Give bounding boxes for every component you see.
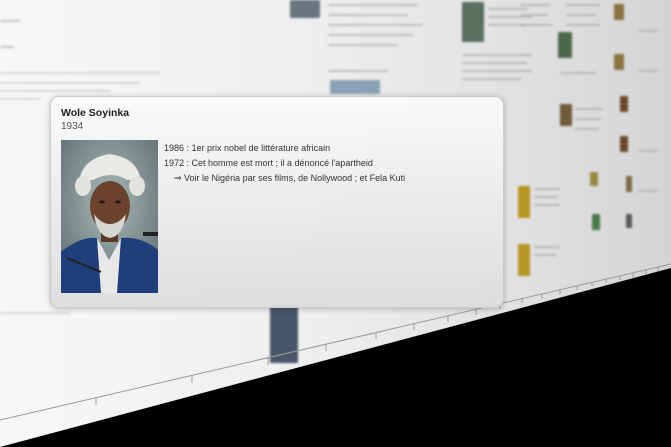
event-item: 1972 : Cet homme est mort ; il a dénoncé… [164, 158, 373, 168]
portrait-image [61, 140, 158, 293]
event-popup[interactable]: Wole Soyinka 1934 1986: 1er prix nobel … [50, 96, 504, 308]
person-name: Wole Soyinka [61, 107, 130, 119]
event-list: 1986 : 1er prix nobel de littérature afr… [164, 141, 494, 186]
event-link[interactable]: ⇒ Voir le Nigéria par ses films, de Noll… [164, 171, 494, 186]
birth-year: 1934 [61, 121, 84, 132]
person-portrait-icon [61, 140, 158, 293]
event-item: 1986 : 1er prix nobel de littérature afr… [164, 143, 331, 153]
